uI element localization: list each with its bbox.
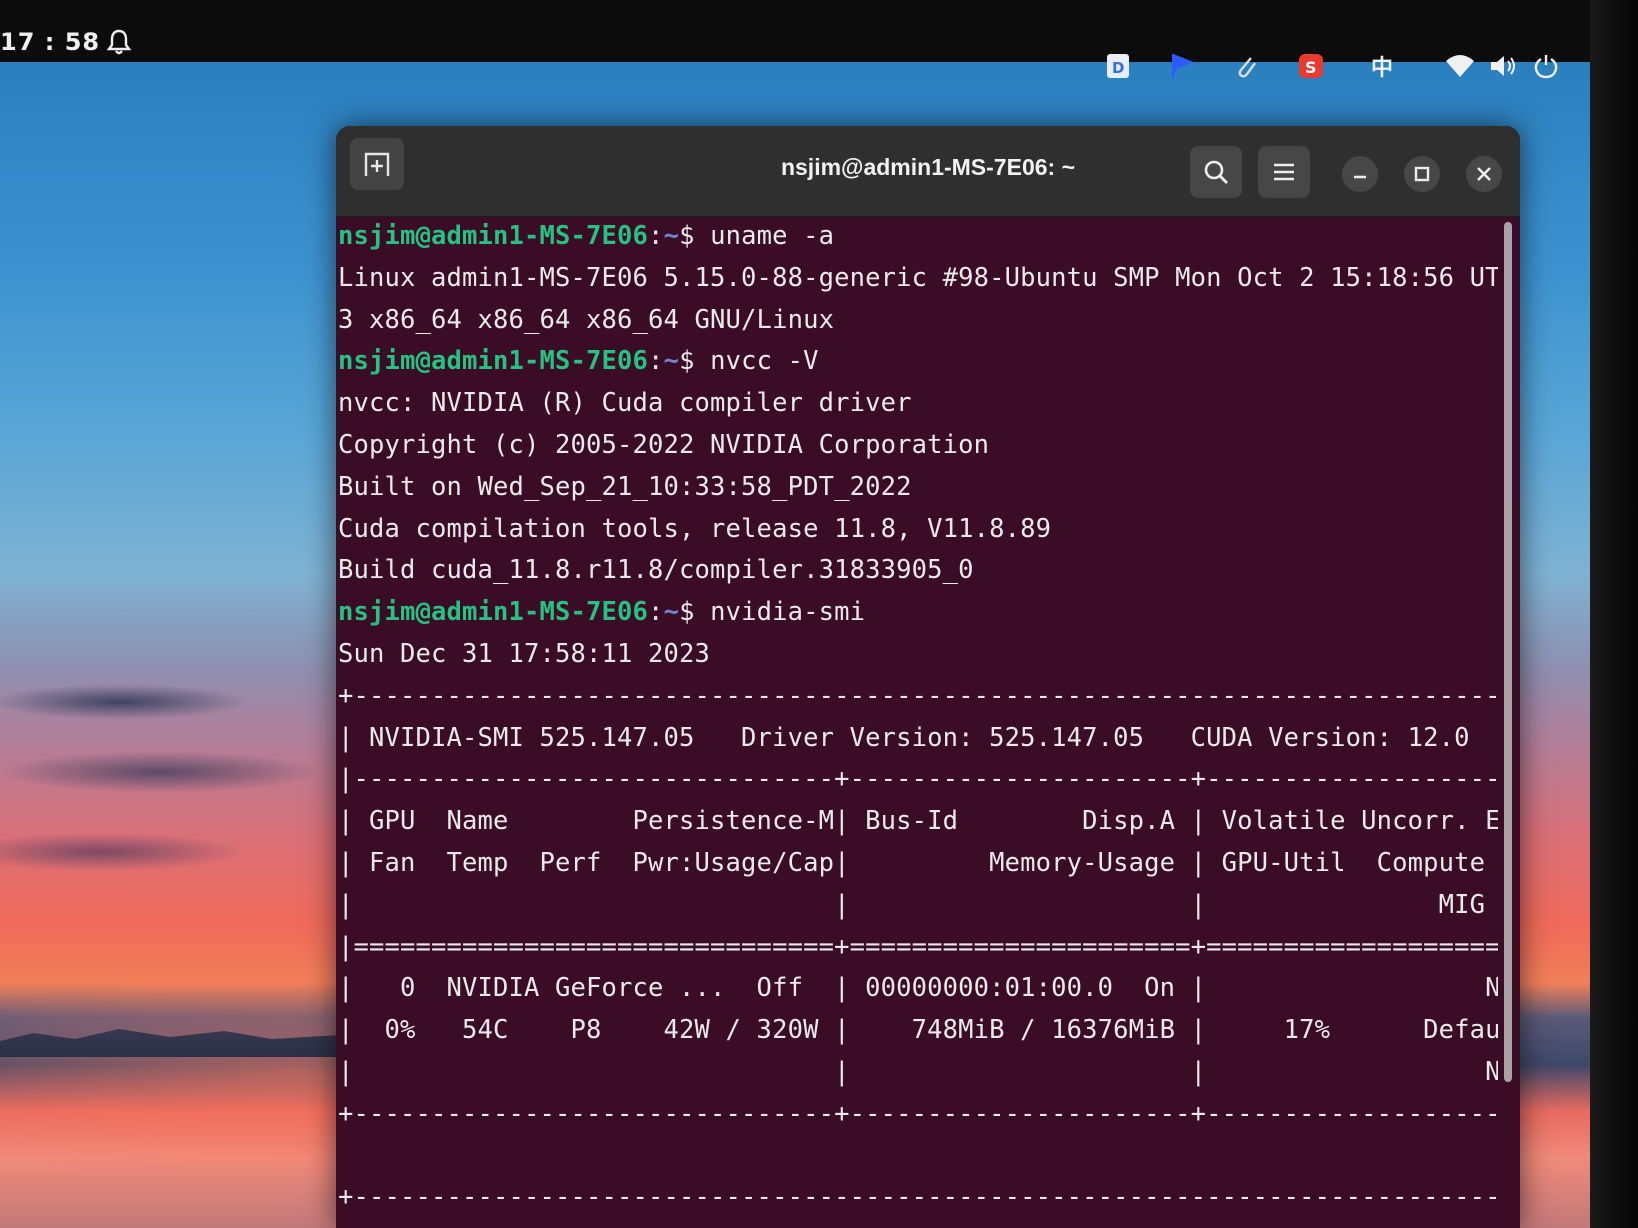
maximize-icon <box>1414 166 1430 182</box>
svg-text:S: S <box>1305 58 1317 77</box>
output-line: | 0 NVIDIA GeForce ... Off | 00000000:01… <box>338 973 1498 1004</box>
svg-text:D: D <box>1112 59 1124 77</box>
wallpaper-hills <box>0 1029 340 1057</box>
terminal-titlebar[interactable]: nsjim@admin1-MS-7E06: ~ <box>336 126 1520 217</box>
prompt-symbol: $ <box>679 597 711 628</box>
output-line: Copyright (c) 2005-2022 NVIDIA Corporati… <box>338 429 990 460</box>
prompt-path: ~ <box>663 597 680 628</box>
output-line: |-------------------------------+-------… <box>338 764 1498 795</box>
output-line: +-------------------------------+-------… <box>338 1098 1498 1129</box>
menu-button[interactable] <box>1258 146 1310 198</box>
paperclip-icon[interactable] <box>1230 50 1262 82</box>
search-button[interactable] <box>1190 146 1242 198</box>
prompt-line: nsjim@admin1-MS-7E06:~$ nvcc -V <box>338 341 1498 383</box>
prompt-user: nsjim@admin1-MS-7E06 <box>338 221 649 251</box>
input-method-indicator[interactable]: 中 <box>1366 50 1398 82</box>
panel-clock[interactable]: 17 : 58 <box>0 28 100 56</box>
output-line: Built on Wed_Sep_21_10:33:58_PDT_2022 <box>338 471 912 502</box>
output-line: Build cuda_11.8.r11.8/compiler.31833905_… <box>338 555 974 586</box>
top-panel: 17 : 58 D S 中 <box>0 0 1590 81</box>
command-text: nvcc -V <box>710 346 819 377</box>
prompt-symbol: $ <box>679 346 711 377</box>
output-line: | GPU Name Persistence-M| Bus-Id Disp.A … <box>338 806 1498 837</box>
wallpaper-clouds <box>0 622 340 962</box>
output-line: | | | N/A | <box>338 1056 1498 1087</box>
output-line: Cuda compilation tools, release 11.8, V1… <box>338 513 1052 544</box>
prompt-user: nsjim@admin1-MS-7E06 <box>338 597 649 628</box>
output-line: 3 x86_64 x86_64 x86_64 GNU/Linux <box>338 304 835 335</box>
flag-indicator-icon[interactable] <box>1166 50 1198 82</box>
terminal-window: nsjim@admin1-MS-7E06: ~ nsjim@admin1-MS-… <box>336 126 1520 1228</box>
prompt-separator: : <box>648 346 664 377</box>
command-text: uname -a <box>710 221 835 251</box>
output-line: | NVIDIA-SMI 525.147.05 Driver Version: … <box>338 722 1498 753</box>
prompt-separator: : <box>648 597 664 628</box>
output-line: | | | MIG M. | <box>338 889 1498 920</box>
output-line: | 0% 54C P8 42W / 320W | 748MiB / 16376M… <box>338 1015 1498 1046</box>
notification-bell-icon[interactable] <box>106 28 132 56</box>
minimize-button[interactable] <box>1342 156 1378 192</box>
terminal-scrollbar[interactable] <box>1504 222 1512 1082</box>
prompt-line: nsjim@admin1-MS-7E06:~$ nvidia-smi <box>338 592 1498 634</box>
power-icon[interactable] <box>1530 50 1562 82</box>
prompt-line: nsjim@admin1-MS-7E06:~$ uname -a <box>338 216 1498 258</box>
prompt-separator: : <box>648 221 664 251</box>
app-indicator-d-icon[interactable]: D <box>1102 50 1134 82</box>
sogou-input-icon[interactable]: S <box>1295 50 1327 82</box>
prompt-path: ~ <box>663 221 680 251</box>
output-line: Linux admin1-MS-7E06 5.15.0-88-generic #… <box>338 262 1498 293</box>
terminal-output[interactable]: nsjim@admin1-MS-7E06:~$ uname -a Linux ad… <box>338 216 1498 1228</box>
prompt-symbol: $ <box>679 221 711 251</box>
close-icon <box>1477 167 1491 181</box>
minimize-icon <box>1354 175 1366 179</box>
search-icon <box>1204 160 1228 184</box>
close-button[interactable] <box>1466 156 1502 192</box>
output-line: | Fan Temp Perf Pwr:Usage/Cap| Memory-Us… <box>338 847 1498 878</box>
output-line: +---------------------------------------… <box>338 1182 1498 1213</box>
output-line: Sun Dec 31 17:58:11 2023 <box>338 638 711 669</box>
output-line: +---------------------------------------… <box>338 680 1498 711</box>
wifi-icon[interactable] <box>1444 50 1476 82</box>
volume-icon[interactable] <box>1487 50 1519 82</box>
prompt-path: ~ <box>663 346 680 377</box>
prompt-user: nsjim@admin1-MS-7E06 <box>338 346 649 377</box>
monitor-bezel <box>1590 0 1638 1228</box>
maximize-button[interactable] <box>1404 156 1440 192</box>
output-line: |===============================+=======… <box>338 931 1498 962</box>
command-text: nvidia-smi <box>710 597 866 628</box>
hamburger-menu-icon <box>1274 163 1294 181</box>
output-line: nvcc: NVIDIA (R) Cuda compiler driver <box>338 388 912 419</box>
